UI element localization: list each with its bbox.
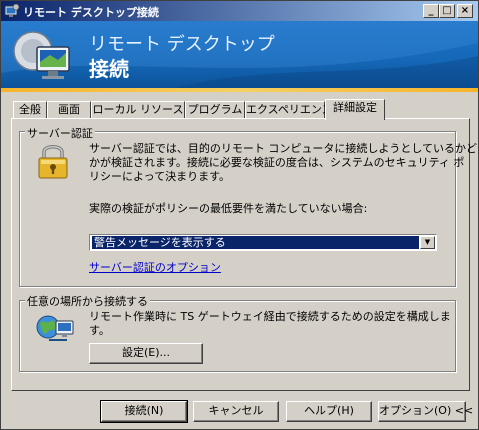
tab-display[interactable]: 画面 — [47, 101, 91, 119]
minimize-icon: _ — [428, 5, 434, 16]
tab-programs[interactable]: プログラム — [185, 101, 245, 119]
tab-local-resources[interactable]: ローカル リソース — [91, 101, 185, 119]
chevron-down-icon: ▼ — [424, 238, 431, 246]
tab-label: エクスペリエンス — [246, 103, 333, 116]
tab-label: プログラム — [187, 103, 243, 116]
options-toggle-button[interactable]: オプション(O) << — [378, 401, 473, 422]
help-button[interactable]: ヘルプ(H) — [286, 401, 372, 422]
dropdown-arrow-button[interactable]: ▼ — [420, 236, 435, 249]
close-button[interactable]: × — [457, 4, 473, 18]
connect-anywhere-description-line: す。 — [89, 324, 110, 337]
server-auth-prompt: 実際の検証がポリシーの最低要件を満たしていない場合: — [89, 202, 368, 215]
auth-failure-action-value: 警告メッセージを表示する — [91, 235, 420, 250]
gateway-settings-button[interactable]: 設定(E)... — [89, 343, 203, 364]
remote-desktop-window: リモート デスクトップ接続 _ □ × リモート デスクトップ 接続 全般 画面… — [0, 0, 479, 430]
tab-label: 詳細設定 — [333, 101, 377, 114]
header-banner: リモート デスクトップ 接続 — [1, 21, 478, 92]
server-auth-description: サーバー認証では、目的のリモート コンピュータに接続しようとしているかどう かが… — [89, 142, 479, 184]
close-icon: × — [460, 5, 470, 16]
auth-failure-action-select[interactable]: 警告メッセージを表示する ▼ — [89, 234, 437, 251]
server-auth-description-line: かが検証されます。接続に必要な検証の度合は、システムのセキュリティ ポ — [89, 156, 465, 169]
server-auth-group-label: サーバー認証 — [25, 125, 95, 141]
connect-button[interactable]: 接続(N) — [100, 400, 188, 423]
tab-advanced[interactable]: 詳細設定 — [325, 99, 385, 120]
tab-label: ローカル リソース — [92, 103, 184, 116]
tab-label: 画面 — [58, 103, 80, 116]
connect-anywhere-group-label: 任意の場所から接続する — [25, 293, 150, 309]
tab-experience[interactable]: エクスペリエンス — [245, 101, 333, 119]
cancel-button[interactable]: キャンセル — [193, 401, 279, 422]
connect-anywhere-description: リモート作業時に TS ゲートウェイ経由で接続するための設定を構成しま す。 — [89, 310, 451, 338]
banner-accent-band — [1, 88, 478, 92]
title-bar[interactable]: リモート デスクトップ接続 _ □ × — [1, 1, 478, 21]
server-auth-description-line: サーバー認証では、目的のリモート コンピュータに接続しようとしているかどう — [89, 142, 479, 155]
ts-gateway-icon — [36, 315, 74, 341]
server-auth-options-link[interactable]: サーバー認証のオプション — [89, 259, 221, 275]
padlock-icon — [38, 145, 68, 179]
remote-desktop-logo-icon — [13, 31, 70, 79]
tab-general[interactable]: 全般 — [13, 101, 47, 119]
maximize-icon: □ — [442, 5, 452, 16]
window-title: リモート デスクトップ接続 — [23, 6, 159, 19]
server-auth-description-line: リシーによって決まります。 — [89, 170, 231, 183]
maximize-button[interactable]: □ — [439, 4, 455, 18]
tab-label: 全般 — [19, 103, 41, 116]
remote-desktop-app-icon — [4, 3, 20, 17]
minimize-button[interactable]: _ — [423, 4, 439, 18]
connect-anywhere-description-line: リモート作業時に TS ゲートウェイ経由で接続するための設定を構成しま — [89, 310, 451, 323]
banner-title: 接続 — [89, 57, 129, 81]
